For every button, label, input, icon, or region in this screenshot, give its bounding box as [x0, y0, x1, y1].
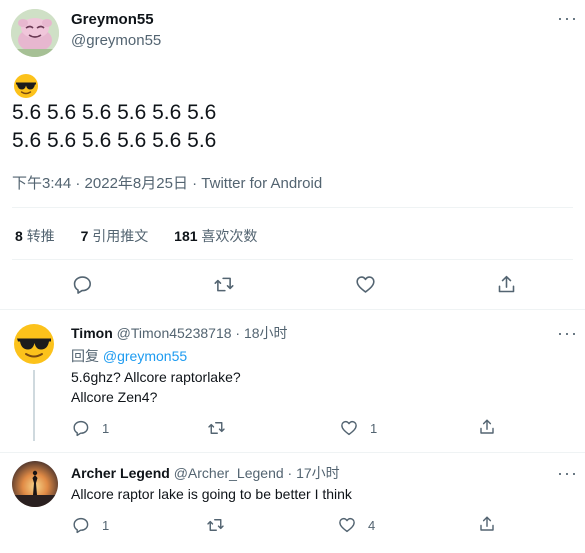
divider [12, 259, 573, 260]
reply-text-line-2: Allcore Zen4? [71, 389, 158, 405]
meta-separator: · [192, 175, 198, 192]
sunglasses-emoji-icon [14, 74, 38, 98]
tweet-source[interactable]: Twitter for Android [201, 175, 322, 192]
reply-text-line-1: Allcore raptor lake is going to be bette… [71, 486, 352, 502]
silhouette-sunset-avatar-image [12, 461, 58, 507]
quotes-stat[interactable]: 7 引用推文 [81, 228, 153, 244]
replying-to: 回复 @greymon55 [71, 346, 187, 366]
reply-time[interactable]: 17小时 [296, 465, 340, 481]
quotes-count: 7 [80, 228, 89, 244]
retweets-label: 转推 [26, 228, 55, 244]
likes-count: 181 [174, 228, 198, 244]
share-icon[interactable] [496, 274, 517, 295]
avatar[interactable] [12, 461, 58, 507]
divider [0, 309, 585, 310]
like-icon[interactable] [340, 419, 358, 437]
likes-label: 喜欢次数 [201, 228, 258, 244]
tweet-time[interactable]: 下午3:44 [12, 175, 71, 192]
more-icon[interactable]: ··· [557, 324, 578, 342]
header-separator: · [287, 465, 293, 481]
more-icon[interactable]: ··· [557, 464, 578, 482]
meta-separator: · [75, 175, 81, 192]
divider [12, 207, 573, 208]
replying-to-handle[interactable]: @greymon55 [103, 348, 187, 364]
tweet-meta: 下午3:44 · 2022年8月25日 · Twitter for Androi… [12, 172, 322, 193]
share-icon[interactable] [478, 515, 496, 533]
reply-header: Archer Legend @Archer_Legend · 17小时 [71, 463, 340, 483]
tweet-date[interactable]: 2022年8月25日 [85, 175, 188, 192]
reply-time[interactable]: 18小时 [244, 325, 288, 341]
retweet-icon[interactable] [213, 274, 235, 295]
reply-icon[interactable] [72, 274, 93, 295]
author-name[interactable]: Archer Legend [71, 465, 170, 481]
tweet-body-line-2: 5.6 5.6 5.6 5.6 5.6 5.6 [12, 129, 217, 152]
share-icon[interactable] [478, 418, 496, 436]
reply-header: Timon @Timon45238718 · 18小时 [71, 323, 288, 343]
pokemon-avatar-image [11, 9, 59, 57]
retweet-icon[interactable] [207, 419, 226, 437]
author-name[interactable]: Timon [71, 325, 113, 341]
replying-to-label: 回复 [71, 348, 99, 364]
author-handle[interactable]: @greymon55 [71, 32, 161, 49]
retweet-icon[interactable] [206, 516, 225, 534]
tweet-emoji [13, 73, 39, 99]
like-icon[interactable] [338, 516, 356, 534]
sunglasses-avatar-image [12, 322, 56, 366]
quotes-label: 引用推文 [92, 228, 149, 244]
header-separator: · [235, 325, 241, 341]
reply-count: 1 [102, 421, 110, 436]
like-icon[interactable] [355, 274, 376, 295]
reply-icon[interactable] [72, 516, 90, 534]
avatar[interactable] [12, 322, 56, 366]
author-handle[interactable]: @Archer_Legend [174, 465, 284, 481]
reply-text-line-1: 5.6ghz? Allcore raptorlake? [71, 369, 241, 385]
more-icon[interactable]: ··· [557, 9, 578, 27]
tweet-body-line-1: 5.6 5.6 5.6 5.6 5.6 5.6 [12, 101, 217, 124]
reply-count: 1 [102, 518, 110, 533]
thread-line [33, 370, 35, 441]
retweets-count: 8 [15, 228, 23, 244]
reply-icon[interactable] [72, 419, 90, 437]
retweets-stat[interactable]: 8 转推 [15, 228, 59, 244]
tweet-stats: 8 转推 7 引用推文 181 喜欢次数 [15, 226, 257, 246]
like-count: 1 [370, 421, 378, 436]
avatar[interactable] [11, 9, 59, 57]
author-name[interactable]: Greymon55 [71, 11, 154, 28]
divider [0, 452, 585, 453]
like-count: 4 [368, 518, 376, 533]
likes-stat[interactable]: 181 喜欢次数 [174, 228, 257, 244]
author-handle[interactable]: @Timon45238718 [117, 325, 232, 341]
